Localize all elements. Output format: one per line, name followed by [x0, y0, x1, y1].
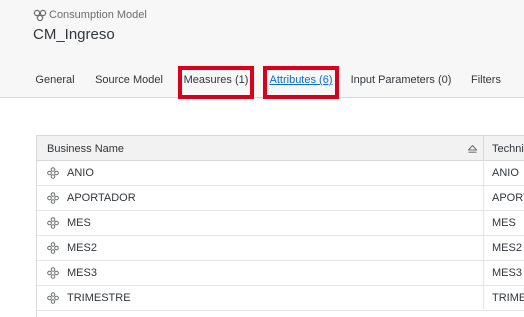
business-name-cell: MES: [37, 211, 484, 235]
technical-name: MES3: [492, 267, 522, 279]
tab-input-parameters[interactable]: Input Parameters (0): [350, 62, 452, 98]
attribute-icon: [47, 217, 59, 229]
business-name: ANIO: [67, 167, 94, 179]
table-header: Business Name Technical Name: [37, 136, 524, 161]
object-header: Consumption Model CM_Ingreso General Sou…: [0, 0, 524, 98]
attribute-icon: [47, 167, 59, 179]
tab-source-model[interactable]: Source Model: [92, 62, 166, 98]
column-header-label: Business Name: [47, 142, 125, 155]
attribute-icon: [47, 292, 59, 304]
table-row[interactable]: APORTADOR APORTADOR: [37, 186, 524, 211]
technical-name: APORTADOR: [492, 192, 524, 204]
tab-filters[interactable]: Filters: [466, 62, 506, 98]
business-name-cell: ANIO: [37, 161, 484, 185]
breadcrumb: Consumption Model: [33, 9, 147, 21]
tab-bar: General Source Model Measures (1) Attrib…: [0, 62, 524, 98]
tab-general[interactable]: General: [30, 62, 80, 98]
attributes-table: Business Name Technical Name ANIO ANIO A…: [36, 135, 524, 317]
column-header-business-name[interactable]: Business Name: [37, 136, 484, 161]
business-name-cell: MES3: [37, 261, 484, 285]
tab-attributes[interactable]: Attributes (6): [265, 62, 337, 98]
business-name: MES3: [67, 267, 97, 279]
attribute-icon: [47, 242, 59, 254]
technical-name: ANIO: [492, 167, 519, 179]
table-row[interactable]: TRIMESTRE TRIMESTRE: [37, 286, 524, 311]
attribute-icon: [47, 267, 59, 279]
business-name: MES2: [67, 242, 97, 254]
technical-name: MES2: [492, 242, 522, 254]
technical-name: TRIMESTRE: [492, 292, 524, 304]
business-name-cell: TRIMESTRE: [37, 286, 484, 310]
column-header-label: Technical Name: [492, 142, 524, 155]
breadcrumb-label: Consumption Model: [49, 9, 147, 21]
technical-name: MES: [492, 217, 516, 229]
sort-ascending-icon[interactable]: [468, 145, 477, 153]
table-row[interactable]: ANIO ANIO: [37, 161, 524, 186]
page-title: CM_Ingreso: [33, 26, 115, 43]
business-name: APORTADOR: [67, 192, 136, 204]
table-row[interactable]: MES2 MES2: [37, 236, 524, 261]
table-row[interactable]: MES MES: [37, 211, 524, 236]
business-name: TRIMESTRE: [67, 292, 131, 304]
business-name-cell: APORTADOR: [37, 186, 484, 210]
business-name: MES: [67, 217, 91, 229]
consumption-model-icon: [33, 9, 47, 21]
attribute-icon: [47, 192, 59, 204]
tab-measures[interactable]: Measures (1): [180, 62, 252, 98]
table-row[interactable]: MES3 MES3: [37, 261, 524, 286]
business-name-cell: MES2: [37, 236, 484, 260]
column-header-technical-name[interactable]: Technical Name: [484, 136, 524, 161]
